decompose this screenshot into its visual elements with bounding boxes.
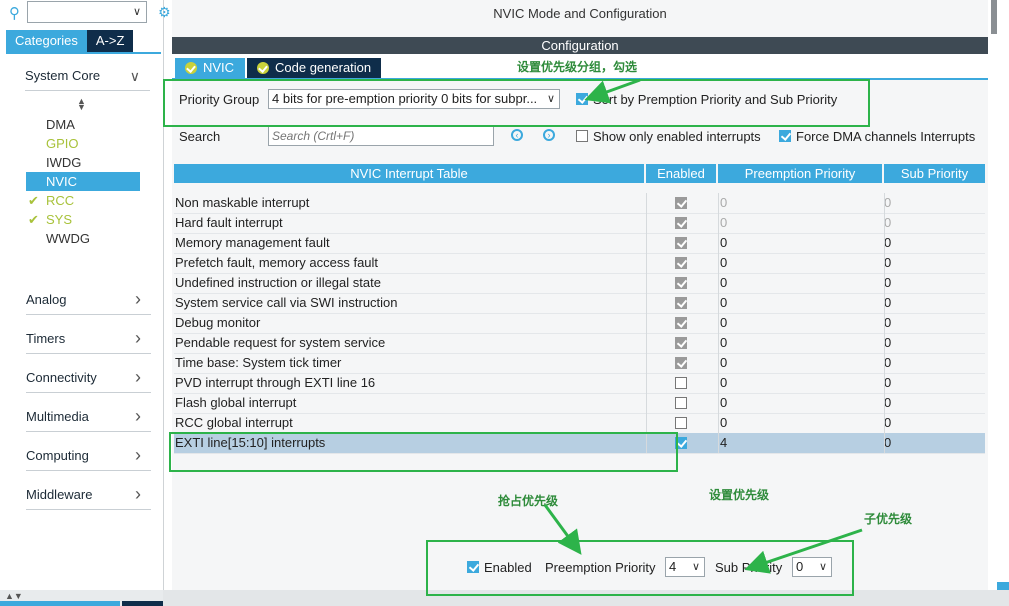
annotation-arrows [543, 78, 863, 574]
arrow-to-sort [584, 78, 641, 104]
arrow-to-sub [744, 528, 863, 574]
arrow-to-preemption [543, 504, 582, 555]
